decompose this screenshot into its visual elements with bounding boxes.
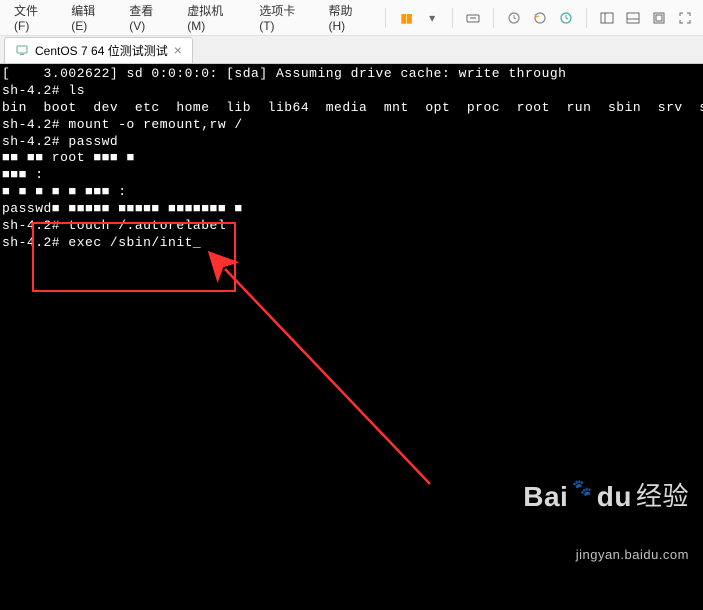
watermark-brand: du	[597, 479, 632, 515]
menu-tabs[interactable]: 选项卡(T)	[251, 0, 318, 37]
menu-edit[interactable]: 编辑(E)	[63, 0, 119, 37]
terminal[interactable]: [ 3.002622] sd 0:0:0:0: [sda] Assuming d…	[0, 64, 703, 610]
watermark: Bai🐾du 经验 jingyan.baidu.com	[523, 445, 689, 598]
dropdown-icon[interactable]: ▾	[420, 6, 444, 30]
clock-back-icon	[532, 10, 548, 26]
pause-button[interactable]: ▮▮	[394, 6, 418, 30]
clock-icon	[506, 10, 522, 26]
menubar: 文件(F) 编辑(E) 查看(V) 虚拟机(M) 选项卡(T) 帮助(H) ▮▮…	[0, 0, 703, 36]
snapshot-button-1[interactable]	[502, 6, 526, 30]
separator	[586, 8, 587, 28]
layout-button-1[interactable]	[595, 6, 619, 30]
watermark-brand: Bai	[523, 479, 568, 515]
paw-icon: 🐾	[572, 479, 592, 500]
watermark-url: jingyan.baidu.com	[523, 547, 689, 564]
unity-button[interactable]	[673, 6, 697, 30]
clock-manage-icon	[558, 10, 574, 26]
watermark-cn: 经验	[636, 480, 689, 514]
separator	[493, 8, 494, 28]
menu-vm[interactable]: 虚拟机(M)	[179, 0, 249, 37]
menu-file[interactable]: 文件(F)	[6, 0, 61, 37]
separator	[452, 8, 453, 28]
layout-button-2[interactable]	[621, 6, 645, 30]
snapshot-button-2[interactable]	[528, 6, 552, 30]
tab-centos[interactable]: CentOS 7 64 位测试测试 ×	[4, 37, 193, 63]
vm-icon	[15, 43, 29, 57]
send-keys-button[interactable]	[461, 6, 485, 30]
expand-icon	[677, 10, 693, 26]
menu-view[interactable]: 查看(V)	[121, 0, 177, 37]
separator	[385, 8, 386, 28]
tab-title: CentOS 7 64 位测试测试	[35, 42, 168, 59]
fullscreen-icon	[651, 10, 667, 26]
terminal-text: [ 3.002622] sd 0:0:0:0: [sda] Assuming d…	[2, 66, 701, 252]
panel-left-icon	[599, 10, 615, 26]
tabbar: CentOS 7 64 位测试测试 ×	[0, 36, 703, 64]
snapshot-button-3[interactable]	[554, 6, 578, 30]
tab-close-button[interactable]: ×	[174, 43, 182, 57]
fullscreen-button[interactable]	[647, 6, 671, 30]
panel-bottom-icon	[625, 10, 641, 26]
keyboard-icon	[465, 10, 481, 26]
menu-help[interactable]: 帮助(H)	[321, 0, 378, 37]
